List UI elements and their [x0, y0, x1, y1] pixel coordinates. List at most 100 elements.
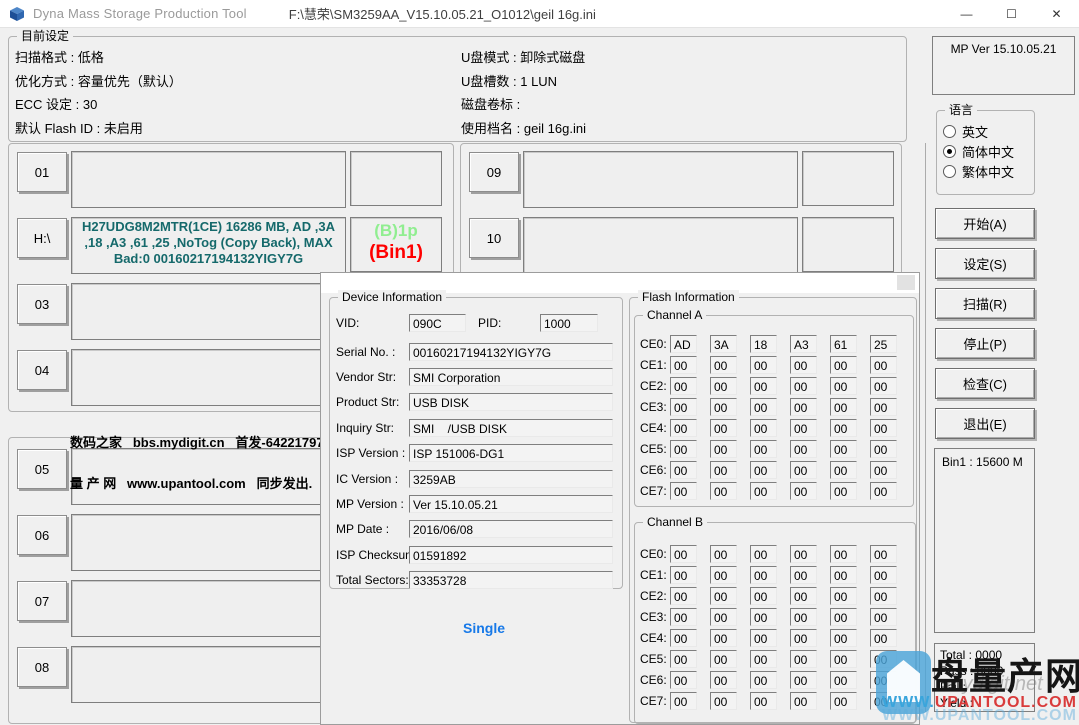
action-button[interactable]: 设定(S) — [935, 248, 1035, 279]
flash-id-field[interactable]: 00 — [710, 587, 737, 605]
device-field-value[interactable]: Ver 15.10.05.21 — [409, 495, 613, 513]
flash-id-field[interactable]: 00 — [750, 482, 777, 500]
flash-id-field[interactable]: 00 — [750, 566, 777, 584]
flash-id-field[interactable]: 00 — [670, 566, 697, 584]
flash-id-field[interactable]: 00 — [830, 650, 857, 668]
action-button[interactable]: 检查(C) — [935, 368, 1035, 399]
slot-button[interactable]: 08 — [17, 647, 67, 687]
flash-id-field[interactable]: 00 — [670, 650, 697, 668]
flash-id-field[interactable]: 00 — [870, 650, 897, 668]
flash-id-field[interactable]: 00 — [790, 377, 817, 395]
flash-id-field[interactable]: 00 — [670, 671, 697, 689]
flash-id-field[interactable]: 00 — [830, 629, 857, 647]
flash-id-field[interactable]: 25 — [870, 335, 897, 353]
flash-id-field[interactable]: 00 — [830, 440, 857, 458]
flash-id-field[interactable]: 00 — [670, 377, 697, 395]
flash-id-field[interactable]: 00 — [830, 377, 857, 395]
flash-id-field[interactable]: 00 — [670, 356, 697, 374]
slot-button[interactable]: 04 — [17, 350, 67, 390]
flash-id-field[interactable]: 00 — [670, 398, 697, 416]
flash-id-field[interactable]: 00 — [870, 545, 897, 563]
flash-id-field[interactable]: 00 — [710, 482, 737, 500]
slot-button[interactable]: 09 — [469, 152, 519, 192]
flash-id-field[interactable]: A3 — [790, 335, 817, 353]
device-field-value[interactable]: USB DISK — [409, 393, 613, 411]
flash-id-field[interactable]: 61 — [830, 335, 857, 353]
slot-button[interactable]: 07 — [17, 581, 67, 621]
flash-id-field[interactable]: 00 — [870, 608, 897, 626]
flash-id-field[interactable]: 00 — [670, 587, 697, 605]
device-field-value[interactable]: 3259AB — [409, 470, 613, 488]
flash-id-field[interactable]: 00 — [710, 545, 737, 563]
flash-id-field[interactable]: 00 — [670, 692, 697, 710]
flash-id-field[interactable]: 00 — [870, 692, 897, 710]
flash-id-field[interactable]: 00 — [790, 692, 817, 710]
flash-id-field[interactable]: 00 — [830, 566, 857, 584]
flash-id-field[interactable]: 00 — [830, 482, 857, 500]
minimize-icon[interactable]: — — [944, 0, 989, 27]
slot-button[interactable]: 06 — [17, 515, 67, 555]
language-radio-option[interactable]: 英文 — [943, 121, 1034, 141]
flash-id-field[interactable]: 00 — [710, 440, 737, 458]
flash-id-field[interactable]: 00 — [790, 650, 817, 668]
flash-id-field[interactable]: 00 — [870, 461, 897, 479]
flash-id-field[interactable]: 00 — [670, 608, 697, 626]
flash-id-field[interactable]: 00 — [750, 461, 777, 479]
device-field-value[interactable]: 00160217194132YIGY7G — [409, 343, 613, 361]
slot-button[interactable]: H:\ — [17, 218, 67, 258]
action-button[interactable]: 扫描(R) — [935, 288, 1035, 319]
flash-id-field[interactable]: 00 — [670, 545, 697, 563]
flash-id-field[interactable]: 00 — [790, 440, 817, 458]
dialog-close-icon[interactable] — [897, 275, 915, 290]
pid-field[interactable]: 1000 — [540, 314, 598, 332]
slot-button[interactable]: 03 — [17, 284, 67, 324]
flash-id-field[interactable]: 3A — [710, 335, 737, 353]
flash-id-field[interactable]: 00 — [710, 692, 737, 710]
flash-id-field[interactable]: 00 — [790, 608, 817, 626]
flash-id-field[interactable]: 00 — [870, 377, 897, 395]
device-field-value[interactable]: SMI /USB DISK — [409, 419, 613, 437]
flash-id-field[interactable]: 00 — [790, 482, 817, 500]
flash-id-field[interactable]: 00 — [750, 356, 777, 374]
flash-id-field[interactable]: 00 — [710, 398, 737, 416]
flash-id-field[interactable]: 00 — [750, 629, 777, 647]
flash-id-field[interactable]: 00 — [830, 356, 857, 374]
flash-id-field[interactable]: 00 — [710, 629, 737, 647]
flash-id-field[interactable]: 00 — [830, 671, 857, 689]
flash-id-field[interactable]: 00 — [790, 671, 817, 689]
flash-id-field[interactable]: 00 — [750, 377, 777, 395]
flash-id-field[interactable]: 00 — [710, 608, 737, 626]
flash-id-field[interactable]: 00 — [710, 377, 737, 395]
flash-id-field[interactable]: 00 — [710, 566, 737, 584]
flash-id-field[interactable]: 00 — [790, 566, 817, 584]
flash-id-field[interactable]: 00 — [870, 356, 897, 374]
flash-id-field[interactable]: 00 — [830, 545, 857, 563]
device-field-value[interactable]: 2016/06/08 — [409, 520, 613, 538]
flash-id-field[interactable]: 00 — [830, 587, 857, 605]
flash-id-field[interactable]: 00 — [750, 608, 777, 626]
device-field-value[interactable]: SMI Corporation — [409, 368, 613, 386]
slot-button[interactable]: 10 — [469, 218, 519, 258]
flash-id-field[interactable]: 00 — [670, 629, 697, 647]
flash-id-field[interactable]: 00 — [790, 629, 817, 647]
flash-id-field[interactable]: 00 — [750, 650, 777, 668]
flash-id-field[interactable]: 00 — [750, 692, 777, 710]
flash-id-field[interactable]: 00 — [790, 419, 817, 437]
flash-id-field[interactable]: 00 — [670, 461, 697, 479]
flash-id-field[interactable]: 00 — [830, 398, 857, 416]
action-button[interactable]: 开始(A) — [935, 208, 1035, 239]
flash-id-field[interactable]: 00 — [830, 461, 857, 479]
flash-id-field[interactable]: 00 — [710, 419, 737, 437]
flash-id-field[interactable]: 00 — [790, 461, 817, 479]
flash-id-field[interactable]: 18 — [750, 335, 777, 353]
flash-id-field[interactable]: 00 — [670, 440, 697, 458]
flash-id-field[interactable]: 00 — [870, 419, 897, 437]
flash-id-field[interactable]: 00 — [710, 461, 737, 479]
slot-button[interactable]: 01 — [17, 152, 67, 192]
flash-id-field[interactable]: AD — [670, 335, 697, 353]
flash-id-field[interactable]: 00 — [790, 398, 817, 416]
flash-id-field[interactable]: 00 — [870, 566, 897, 584]
flash-id-field[interactable]: 00 — [750, 587, 777, 605]
flash-id-field[interactable]: 00 — [670, 419, 697, 437]
flash-id-field[interactable]: 00 — [710, 356, 737, 374]
